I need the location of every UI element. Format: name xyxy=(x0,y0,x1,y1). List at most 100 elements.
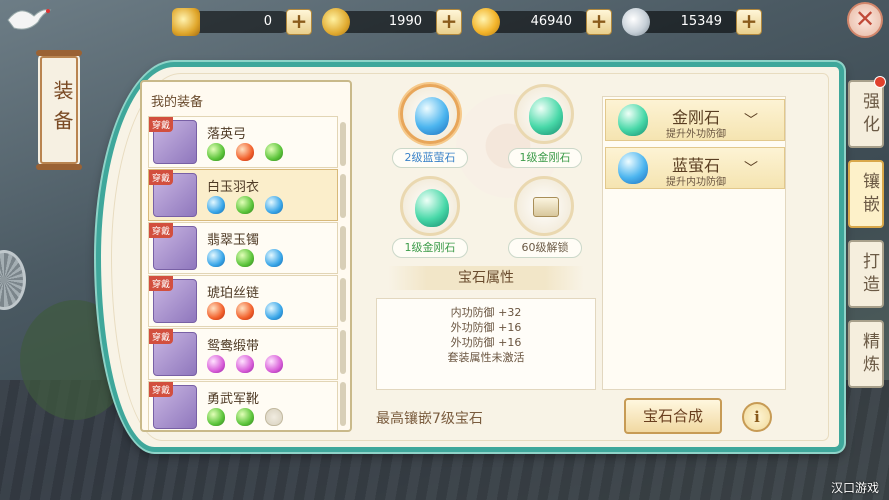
equipment-item-selected[interactable]: 穿戴 白玉羽衣 xyxy=(148,169,338,221)
currency-value: 0 xyxy=(263,14,272,29)
equipment-list-header: 我的装备 xyxy=(151,95,204,110)
equipment-name: 鸳鸯缎带 xyxy=(207,339,260,354)
equipment-name: 落英弓 xyxy=(207,127,247,142)
blue-gem-icon xyxy=(207,196,225,214)
gem-type-item[interactable]: 蓝萤石 提升内功防御 ﹀ xyxy=(605,147,785,189)
lock-chest-icon xyxy=(533,197,559,217)
currency-value: 15349 xyxy=(680,14,722,29)
attribute-line: 内功防御 +32 xyxy=(450,306,522,319)
gem-attributes-panel: 内功防御 +32 外功防御 +16 外功防御 +16 套装属性未激活 xyxy=(376,298,596,390)
equipment-item[interactable]: 穿戴 落英弓 xyxy=(148,116,338,168)
gem-type-item[interactable]: 金刚石 提升外功防御 ﹀ xyxy=(605,99,785,141)
pink-gem-icon xyxy=(207,355,225,373)
tab-forge[interactable]: 打造 xyxy=(848,240,884,308)
attribute-line: 外功防御 +16 xyxy=(450,321,522,334)
gem-sockets xyxy=(207,302,283,320)
tab-label: 精炼 xyxy=(859,332,879,378)
gem-synthesis-button[interactable]: 宝石合成 xyxy=(624,398,722,434)
gem-attributes-title: 宝石属性 xyxy=(388,266,584,290)
add-ingot-button[interactable]: + xyxy=(286,9,312,35)
equipped-tag: 穿戴 xyxy=(149,117,174,132)
tab-enhance[interactable]: 强化 xyxy=(848,80,884,148)
gem-inventory-list: 金刚石 提升外功防御 ﹀ 蓝萤石 提升内功防御 ﹀ xyxy=(602,96,786,390)
gem-slot-label: 1级金刚石 xyxy=(392,238,468,258)
equipment-name: 白玉羽衣 xyxy=(207,180,260,195)
tab-inlay[interactable]: 镶嵌 xyxy=(848,160,884,228)
gem-sockets xyxy=(207,355,283,373)
equipped-tag: 穿戴 xyxy=(149,170,174,185)
tab-label: 强化 xyxy=(859,92,879,138)
green-gem-icon xyxy=(529,97,563,135)
green-gem-icon xyxy=(207,143,225,161)
blue-gem-icon xyxy=(265,302,283,320)
silver-coin-icon xyxy=(622,8,650,36)
gem-slot-label: 2级蓝萤石 xyxy=(392,148,468,168)
gem-slot-3[interactable] xyxy=(400,176,460,236)
gold-ingot-icon xyxy=(172,8,200,36)
gem-slot-2[interactable] xyxy=(514,84,574,144)
add-gold-button[interactable]: + xyxy=(586,9,612,35)
pink-gem-icon xyxy=(236,355,254,373)
tab-label: 打造 xyxy=(859,252,879,298)
equipped-tag: 穿戴 xyxy=(149,382,174,397)
gem-slot-locked[interactable] xyxy=(514,176,574,236)
green-gem-icon xyxy=(207,408,225,426)
info-icon[interactable]: i xyxy=(742,402,772,432)
chevron-down-icon[interactable]: ﹀ xyxy=(744,158,758,178)
equipment-name: 琥珀丝链 xyxy=(207,286,260,301)
tab-label: 镶嵌 xyxy=(859,172,879,218)
blue-gem-icon xyxy=(415,97,449,135)
add-silver-button[interactable]: + xyxy=(736,9,762,35)
equipped-tag: 穿戴 xyxy=(149,329,174,344)
max-inlay-text: 最高镶嵌7级宝石 xyxy=(376,411,483,427)
gold-coins-icon xyxy=(322,8,350,36)
currency-bar: 0 + 1990 + 46940 + 15349 + xyxy=(172,8,762,36)
watermark: 汉口游戏 xyxy=(830,481,879,495)
title-scroll: 装备 xyxy=(36,50,82,170)
chevron-down-icon[interactable]: ﹀ xyxy=(744,110,758,130)
notification-badge xyxy=(874,76,886,88)
green-gem-icon xyxy=(236,408,254,426)
equipment-name: 勇武军靴 xyxy=(207,392,260,407)
equipment-scrollbar[interactable] xyxy=(340,122,346,426)
equipment-item[interactable]: 穿戴 鸳鸯缎带 xyxy=(148,328,338,380)
add-coins-button[interactable]: + xyxy=(436,9,462,35)
equipped-tag: 穿戴 xyxy=(149,276,174,291)
attribute-line: 套装属性未激活 xyxy=(447,351,525,364)
gem-desc: 提升内功防御 xyxy=(666,177,726,188)
red-gem-icon xyxy=(207,302,225,320)
equipped-tag: 穿戴 xyxy=(149,223,174,238)
diamond-gem-icon xyxy=(618,104,648,136)
tab-refine[interactable]: 精炼 xyxy=(848,320,884,388)
currency-coins: 1990 + xyxy=(322,8,462,36)
gem-desc: 提升外功防御 xyxy=(666,129,726,140)
gem-slot-1[interactable] xyxy=(400,84,460,144)
red-gem-icon xyxy=(236,143,254,161)
close-button[interactable]: ✕ xyxy=(847,2,883,38)
equipment-item[interactable]: 穿戴 翡翠玉镯 xyxy=(148,222,338,274)
page-title: 装备 xyxy=(50,80,74,140)
fluorite-gem-icon xyxy=(618,152,648,184)
crane-logo-icon xyxy=(7,9,52,30)
gem-sockets xyxy=(207,196,283,214)
blue-gem-icon xyxy=(265,196,283,214)
currency-gold: 46940 + xyxy=(472,8,612,36)
green-gem-icon xyxy=(415,189,449,227)
empty-socket-icon xyxy=(265,408,283,426)
green-gem-icon xyxy=(265,143,283,161)
gem-slot-label: 60级解锁 xyxy=(508,238,582,258)
gem-sockets xyxy=(207,249,283,267)
equipment-name: 翡翠玉镯 xyxy=(207,233,260,248)
gem-sockets xyxy=(207,143,283,161)
red-gem-icon xyxy=(236,302,254,320)
currency-ingot: 0 + xyxy=(172,8,312,36)
equipment-item[interactable]: 穿戴 琥珀丝链 xyxy=(148,275,338,327)
currency-value: 46940 xyxy=(530,14,572,29)
blue-gem-icon xyxy=(207,249,225,267)
currency-silver: 15349 + xyxy=(622,8,762,36)
equipment-item[interactable]: 穿戴 勇武军靴 xyxy=(148,381,338,430)
gem-sockets xyxy=(207,408,283,426)
green-gem-icon xyxy=(236,249,254,267)
equipment-list[interactable]: 我的装备 穿戴 落英弓 穿戴 白玉羽衣 穿戴 翡翠玉镯 穿戴 琥珀丝链 穿戴 鸳… xyxy=(140,80,352,432)
gold-coin-icon xyxy=(472,8,500,36)
